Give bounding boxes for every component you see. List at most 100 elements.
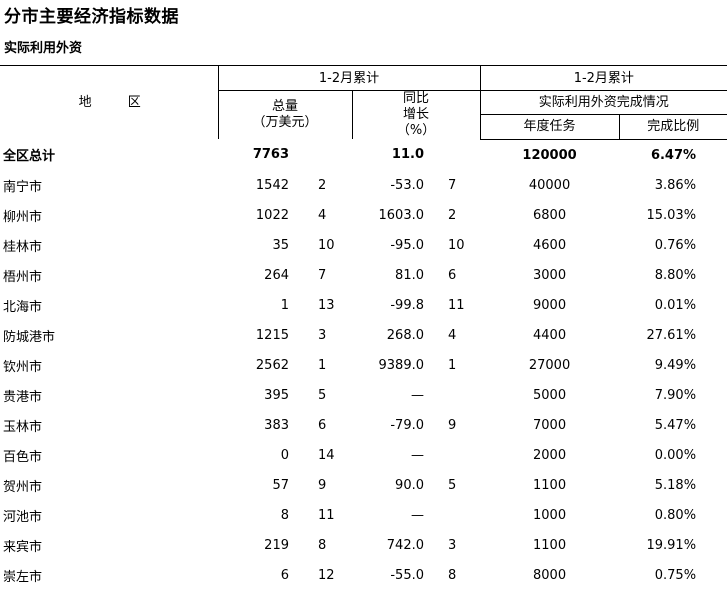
city-growth: -53.0 bbox=[390, 178, 424, 193]
city-growth-rank: 8 bbox=[448, 568, 457, 583]
city-total: 0 bbox=[280, 448, 289, 463]
city-total: 1542 bbox=[255, 178, 289, 193]
city-name: 贺州市 bbox=[3, 480, 43, 495]
summary-name: 全区总计 bbox=[3, 149, 56, 165]
table-row: 桂林市 35 10 -95.0 10 4600 0.76% bbox=[0, 231, 727, 261]
city-annual-task: 3000 bbox=[533, 268, 567, 283]
city-growth-rank: 2 bbox=[448, 208, 457, 223]
city-annual-task: 40000 bbox=[528, 178, 571, 193]
table-row: 百色市 0 14 — 2000 0.00% bbox=[0, 441, 727, 471]
city-growth-rank bbox=[429, 441, 480, 471]
header-annual-task: 年度任务 bbox=[479, 114, 620, 140]
city-rank: 10 bbox=[318, 238, 335, 253]
page-title: 分市主要经济指标数据 bbox=[4, 7, 179, 27]
city-rank: 11 bbox=[318, 508, 335, 523]
table-row: 北海市 1 13 -99.8 11 9000 0.01% bbox=[0, 291, 727, 321]
city-completion-ratio: 8.80% bbox=[654, 268, 697, 283]
city-completion-ratio: 7.90% bbox=[654, 388, 697, 403]
city-growth: 1603.0 bbox=[378, 208, 425, 223]
city-growth-rank bbox=[429, 381, 480, 411]
city-name: 来宾市 bbox=[3, 540, 43, 555]
city-rank: 2 bbox=[318, 178, 327, 193]
city-annual-task: 8000 bbox=[533, 568, 567, 583]
city-growth: 81.0 bbox=[395, 268, 424, 283]
city-annual-task: 1100 bbox=[533, 478, 567, 493]
city-name: 玉林市 bbox=[3, 420, 43, 435]
summary-ratio: 6.47% bbox=[650, 147, 697, 163]
city-annual-task: 1000 bbox=[533, 508, 567, 523]
city-rank: 6 bbox=[318, 418, 327, 433]
city-completion-ratio: 5.18% bbox=[654, 478, 697, 493]
table-row: 钦州市 2562 1 9389.0 1 27000 9.49% bbox=[0, 351, 727, 381]
table-row: 玉林市 383 6 -79.0 9 7000 5.47% bbox=[0, 411, 727, 441]
city-name: 河池市 bbox=[3, 510, 43, 525]
header-growth-line1: 同比 bbox=[403, 91, 430, 106]
city-completion-ratio: 0.80% bbox=[654, 508, 697, 523]
header-growth: 同比 增长 （%） bbox=[351, 90, 481, 139]
city-annual-task: 7000 bbox=[533, 418, 567, 433]
city-annual-task: 4400 bbox=[533, 328, 567, 343]
city-name: 贵港市 bbox=[3, 390, 43, 405]
city-total: 383 bbox=[264, 418, 289, 433]
summary-task: 120000 bbox=[522, 147, 577, 163]
city-completion-ratio: 9.49% bbox=[654, 358, 697, 373]
city-name: 南宁市 bbox=[3, 180, 43, 195]
city-growth: 9389.0 bbox=[378, 358, 425, 373]
header-growth-line2: 增长 bbox=[403, 107, 430, 122]
city-total: 1215 bbox=[255, 328, 289, 343]
city-completion-ratio: 0.75% bbox=[654, 568, 697, 583]
city-growth-rank: 3 bbox=[448, 538, 457, 553]
city-name: 柳州市 bbox=[3, 210, 43, 225]
city-growth-rank bbox=[429, 501, 480, 531]
summary-rank2 bbox=[429, 139, 480, 171]
city-rank: 3 bbox=[318, 328, 327, 343]
city-growth-rank: 1 bbox=[448, 358, 457, 373]
city-growth: 90.0 bbox=[395, 478, 424, 493]
table-row: 防城港市 1215 3 268.0 4 4400 27.61% bbox=[0, 321, 727, 351]
city-completion-ratio: 3.86% bbox=[654, 178, 697, 193]
city-name: 防城港市 bbox=[3, 330, 56, 345]
city-total: 219 bbox=[264, 538, 289, 553]
header-completion-group: 实际利用外资完成情况 bbox=[479, 89, 727, 115]
city-growth-rank: 7 bbox=[448, 178, 457, 193]
city-annual-task: 5000 bbox=[533, 388, 567, 403]
table-row: 来宾市 219 8 742.0 3 1100 19.91% bbox=[0, 531, 727, 561]
city-name: 百色市 bbox=[3, 450, 43, 465]
summary-row: 全区总计 7763 11.0 120000 6.47% bbox=[0, 139, 727, 171]
city-annual-task: 6800 bbox=[533, 208, 567, 223]
table-row: 崇左市 6 12 -55.0 8 8000 0.75% bbox=[0, 561, 727, 591]
header-completion-ratio: 完成比例 bbox=[618, 114, 727, 140]
city-completion-ratio: 27.61% bbox=[646, 328, 697, 343]
city-total: 35 bbox=[272, 238, 289, 253]
city-growth-rank: 9 bbox=[448, 418, 457, 433]
city-annual-task: 4600 bbox=[533, 238, 567, 253]
city-annual-task: 1100 bbox=[533, 538, 567, 553]
table-row: 贵港市 395 5 — 5000 7.90% bbox=[0, 381, 727, 411]
header-period-left: 1-2月累计 bbox=[217, 65, 481, 91]
city-growth: 268.0 bbox=[386, 328, 424, 343]
city-growth-rank: 6 bbox=[448, 268, 457, 283]
city-growth: 742.0 bbox=[386, 538, 424, 553]
city-annual-task: 9000 bbox=[533, 298, 567, 313]
header-growth-line3: （%） bbox=[396, 123, 436, 138]
city-growth: — bbox=[411, 448, 424, 463]
table-row: 梧州市 264 7 81.0 6 3000 8.80% bbox=[0, 261, 727, 291]
city-growth: -79.0 bbox=[390, 418, 424, 433]
city-total: 8 bbox=[280, 508, 289, 523]
city-growth: -99.8 bbox=[390, 298, 424, 313]
city-total: 1 bbox=[280, 298, 289, 313]
city-growth: — bbox=[411, 508, 424, 523]
city-name: 崇左市 bbox=[3, 570, 43, 585]
header-total-line2: （万美元） bbox=[252, 115, 318, 130]
city-rank: 1 bbox=[318, 358, 327, 373]
city-total: 57 bbox=[272, 478, 289, 493]
table-row: 柳州市 1022 4 1603.0 2 6800 15.03% bbox=[0, 201, 727, 231]
city-rank: 4 bbox=[318, 208, 327, 223]
summary-total: 7763 bbox=[252, 147, 289, 163]
city-completion-ratio: 5.47% bbox=[654, 418, 697, 433]
city-total: 6 bbox=[280, 568, 289, 583]
summary-growth: 11.0 bbox=[391, 147, 424, 163]
city-rank: 12 bbox=[318, 568, 335, 583]
table-row: 河池市 8 11 — 1000 0.80% bbox=[0, 501, 727, 531]
header-region: 地 区 bbox=[0, 65, 218, 139]
